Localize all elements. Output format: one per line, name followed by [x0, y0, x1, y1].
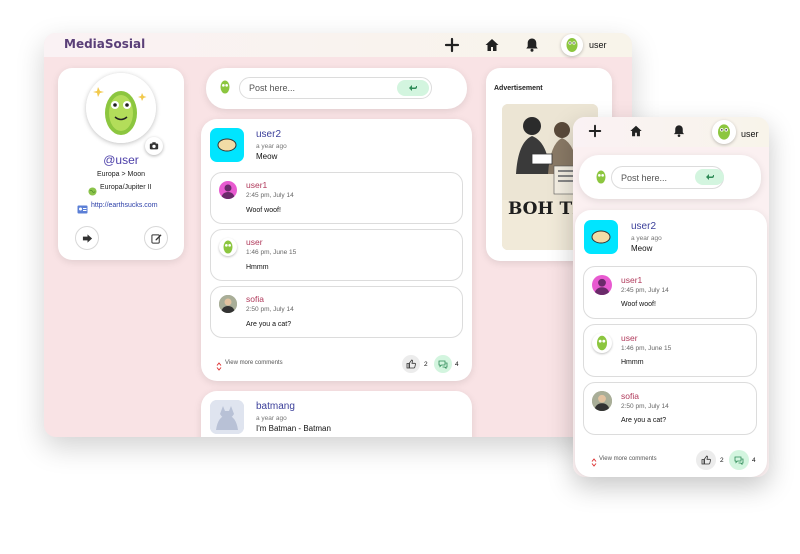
bell-icon[interactable]	[524, 37, 540, 53]
post-avatar	[210, 400, 244, 434]
like-button[interactable]	[696, 450, 716, 470]
composer-card: Post here...	[206, 68, 467, 109]
comment-avatar	[219, 238, 237, 256]
comment-item: user1 2:45 pm, July 14 Woof woof!	[210, 172, 463, 224]
post-text: I'm Batman - Batman	[256, 424, 331, 433]
expand-icon[interactable]	[216, 358, 222, 371]
comment-author[interactable]: sofia	[246, 294, 264, 304]
comments-icon	[438, 360, 448, 369]
post-avatar	[584, 220, 618, 254]
post-time: a year ago	[256, 143, 287, 150]
composer-card: Post here...	[579, 155, 761, 199]
post-card: batmang a year ago I'm Batman - Batman	[201, 391, 472, 437]
profile-timezone: Europa/Jupiter II	[100, 184, 152, 191]
thumbs-up-icon	[701, 455, 711, 465]
comment-text: Hmmm	[246, 264, 269, 271]
comment-avatar	[219, 295, 237, 313]
profile-handle: @user	[103, 153, 139, 167]
globe-icon	[88, 183, 97, 196]
edit-profile-button[interactable]	[144, 226, 168, 250]
comment-avatar	[592, 391, 612, 411]
nav-username[interactable]: user	[589, 40, 607, 50]
nav-avatar[interactable]	[712, 120, 736, 144]
comment-avatar	[592, 275, 612, 295]
reply-arrow-icon	[705, 174, 714, 180]
post-text: Meow	[256, 152, 278, 161]
profile-website-link[interactable]: http://earthsucks.com	[91, 202, 158, 209]
home-icon[interactable]	[484, 37, 500, 53]
comment-time: 2:45 pm, July 14	[621, 287, 669, 294]
mobile-window: user Post here... user2 a year ago Meow …	[573, 117, 769, 477]
comment-item: sofia 2:50 pm, July 14 Are you a cat?	[583, 382, 757, 435]
post-card: user2 a year ago Meow user1 2:45 pm, Jul…	[575, 210, 767, 477]
view-more-comments-link[interactable]: View more comments	[599, 456, 657, 462]
comment-time: 1:46 pm, June 15	[621, 345, 672, 352]
comment-time: 2:50 pm, July 14	[621, 403, 669, 410]
id-card-icon	[77, 201, 88, 214]
post-author[interactable]: batmang	[256, 401, 295, 412]
comment-text: Woof woof!	[246, 207, 281, 214]
profile-avatar	[86, 73, 156, 143]
post-time: a year ago	[631, 235, 662, 242]
post-author[interactable]: user2	[256, 129, 281, 140]
comment-author[interactable]: user1	[246, 180, 267, 190]
comment-item: user 1:46 pm, June 15 Hmmm	[583, 324, 757, 377]
comment-time: 2:50 pm, July 14	[246, 306, 294, 313]
comment-text: Hmmm	[621, 359, 644, 366]
comment-text: Are you a cat?	[246, 321, 292, 328]
edit-icon	[150, 233, 162, 244]
comment-item: user 1:46 pm, June 15 Hmmm	[210, 229, 463, 281]
post-time: a year ago	[256, 415, 287, 422]
comment-item: user1 2:45 pm, July 14 Woof woof!	[583, 266, 757, 319]
send-button[interactable]	[397, 80, 429, 96]
comment-time: 1:46 pm, June 15	[246, 249, 297, 256]
send-button[interactable]	[695, 169, 724, 185]
profile-location: Europa > Moon	[96, 171, 146, 178]
thumbs-up-icon	[406, 359, 416, 369]
like-button[interactable]	[402, 355, 420, 373]
mobile-navbar: user	[573, 117, 769, 147]
comment-avatar	[219, 181, 237, 199]
comment-author[interactable]: user	[246, 237, 263, 247]
plus-icon[interactable]	[588, 124, 602, 138]
plus-icon[interactable]	[444, 37, 460, 53]
comment-text: Woof woof!	[621, 301, 656, 308]
logout-icon	[82, 233, 92, 243]
bell-icon[interactable]	[672, 124, 686, 138]
comment-author[interactable]: sofia	[621, 391, 639, 401]
post-card: user2 a year ago Meow user1 2:45 pm, Jul…	[201, 119, 472, 381]
comments-icon	[734, 456, 744, 465]
comment-button[interactable]	[729, 450, 749, 470]
comment-item: sofia 2:50 pm, July 14 Are you a cat?	[210, 286, 463, 338]
composer-avatar	[592, 168, 610, 186]
desktop-window: MediaSosial user @user Europa > Moon Eur…	[44, 33, 632, 437]
comment-avatar	[592, 333, 612, 353]
top-navbar: MediaSosial user	[44, 33, 632, 57]
home-icon[interactable]	[629, 124, 643, 138]
comment-author[interactable]: user	[621, 333, 638, 343]
ad-title: Advertisement	[494, 85, 543, 92]
logout-button[interactable]	[75, 226, 99, 250]
view-more-comments-link[interactable]: View more comments	[225, 360, 283, 366]
profile-card: @user Europa > Moon Europa/Jupiter II ht…	[58, 68, 184, 260]
post-avatar	[210, 128, 244, 162]
post-text: Meow	[631, 244, 653, 253]
comment-author[interactable]: user1	[621, 275, 642, 285]
comment-count: 4	[752, 457, 756, 464]
like-count: 2	[424, 361, 428, 368]
post-author[interactable]: user2	[631, 221, 656, 232]
comment-count: 4	[455, 361, 459, 368]
comment-button[interactable]	[434, 355, 452, 373]
nav-avatar[interactable]	[561, 34, 583, 56]
ad-image-text: BOH TEA	[508, 199, 598, 219]
comment-time: 2:45 pm, July 14	[246, 192, 294, 199]
nav-username[interactable]: user	[741, 129, 759, 139]
brand-logo[interactable]: MediaSosial	[64, 37, 145, 51]
reply-arrow-icon	[409, 85, 417, 91]
composer-avatar	[216, 78, 234, 96]
expand-icon[interactable]	[591, 454, 597, 467]
comment-text: Are you a cat?	[621, 417, 667, 424]
like-count: 2	[720, 457, 724, 464]
